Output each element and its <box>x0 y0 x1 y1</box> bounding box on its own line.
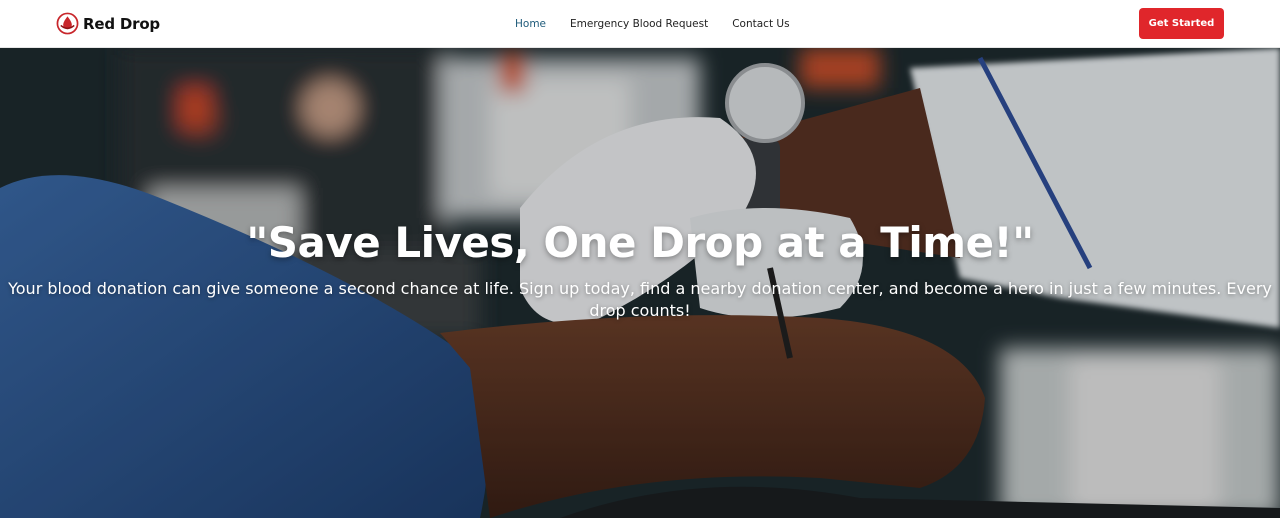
nav-link-contact-us[interactable]: Contact Us <box>732 18 789 30</box>
main-nav: Home Emergency Blood Request Contact Us <box>515 0 814 48</box>
navbar: Red Drop Home Emergency Blood Request Co… <box>0 0 1280 48</box>
brand-name: Red Drop <box>83 14 160 33</box>
hero-subtitle: Your blood donation can give someone a s… <box>8 279 1272 320</box>
hero-section: "Save Lives, One Drop at a Time!" Your b… <box>0 48 1280 518</box>
nav-link-emergency-blood-request[interactable]: Emergency Blood Request <box>570 18 708 30</box>
hero-title: "Save Lives, One Drop at a Time!" <box>246 218 1034 267</box>
get-started-button[interactable]: Get Started <box>1139 8 1224 39</box>
blood-drop-icon <box>56 12 79 35</box>
brand-logo-link[interactable]: Red Drop <box>56 12 160 35</box>
nav-link-home[interactable]: Home <box>515 18 546 30</box>
